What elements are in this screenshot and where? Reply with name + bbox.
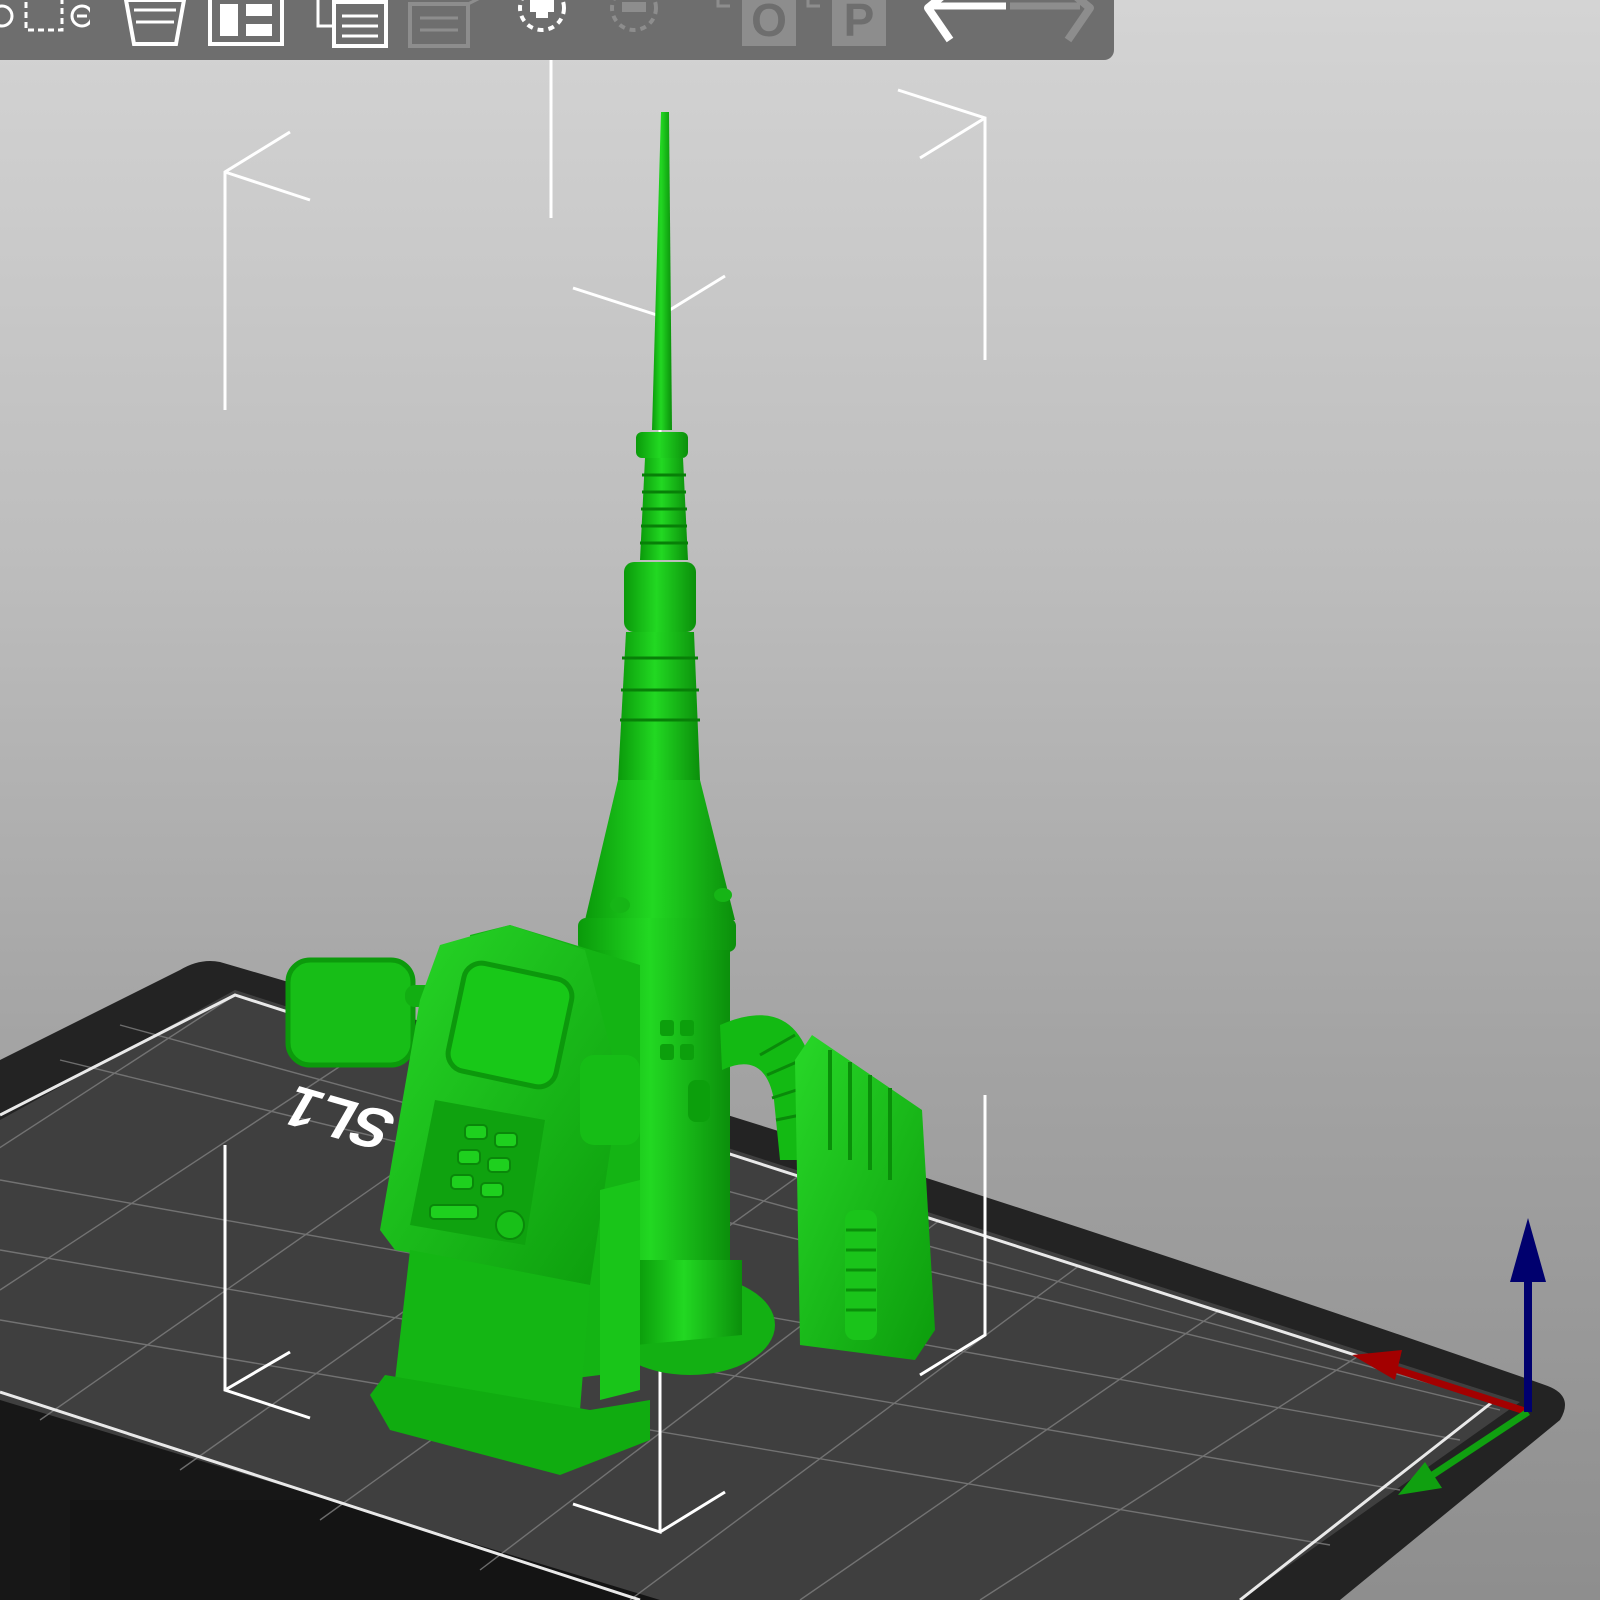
paste-button[interactable] <box>404 0 494 48</box>
3d-viewport[interactable]: SL1 O P <box>0 0 1600 1600</box>
split-parts-icon: P <box>806 0 886 46</box>
copy-icon <box>316 0 388 48</box>
add-object-icon <box>0 0 94 32</box>
arrange-icon <box>208 0 284 46</box>
undo-button[interactable] <box>918 0 1008 48</box>
delete-all-button[interactable] <box>120 0 190 48</box>
add-object-button[interactable] <box>0 0 94 48</box>
delete-all-icon <box>123 0 187 46</box>
add-instance-icon <box>518 0 566 32</box>
undo-icon <box>924 0 1006 43</box>
add-instance-button[interactable] <box>502 0 582 48</box>
svg-text:P: P <box>844 0 875 46</box>
paste-icon <box>408 0 480 48</box>
redo-button[interactable] <box>1010 0 1100 48</box>
split-parts-button[interactable]: P <box>802 0 894 48</box>
remove-instance-icon <box>610 0 658 32</box>
scene: SL1 <box>0 60 1565 1600</box>
svg-text:O: O <box>751 0 787 46</box>
split-objects-icon: O <box>716 0 796 46</box>
main-toolbar: O P <box>0 0 1114 60</box>
z-axis-arrow-icon <box>1510 1218 1546 1282</box>
split-objects-button[interactable]: O <box>712 0 802 48</box>
remove-instance-button[interactable] <box>594 0 674 48</box>
arrange-button[interactable] <box>206 0 286 48</box>
redo-icon <box>1010 0 1094 43</box>
copy-button[interactable] <box>312 0 392 48</box>
